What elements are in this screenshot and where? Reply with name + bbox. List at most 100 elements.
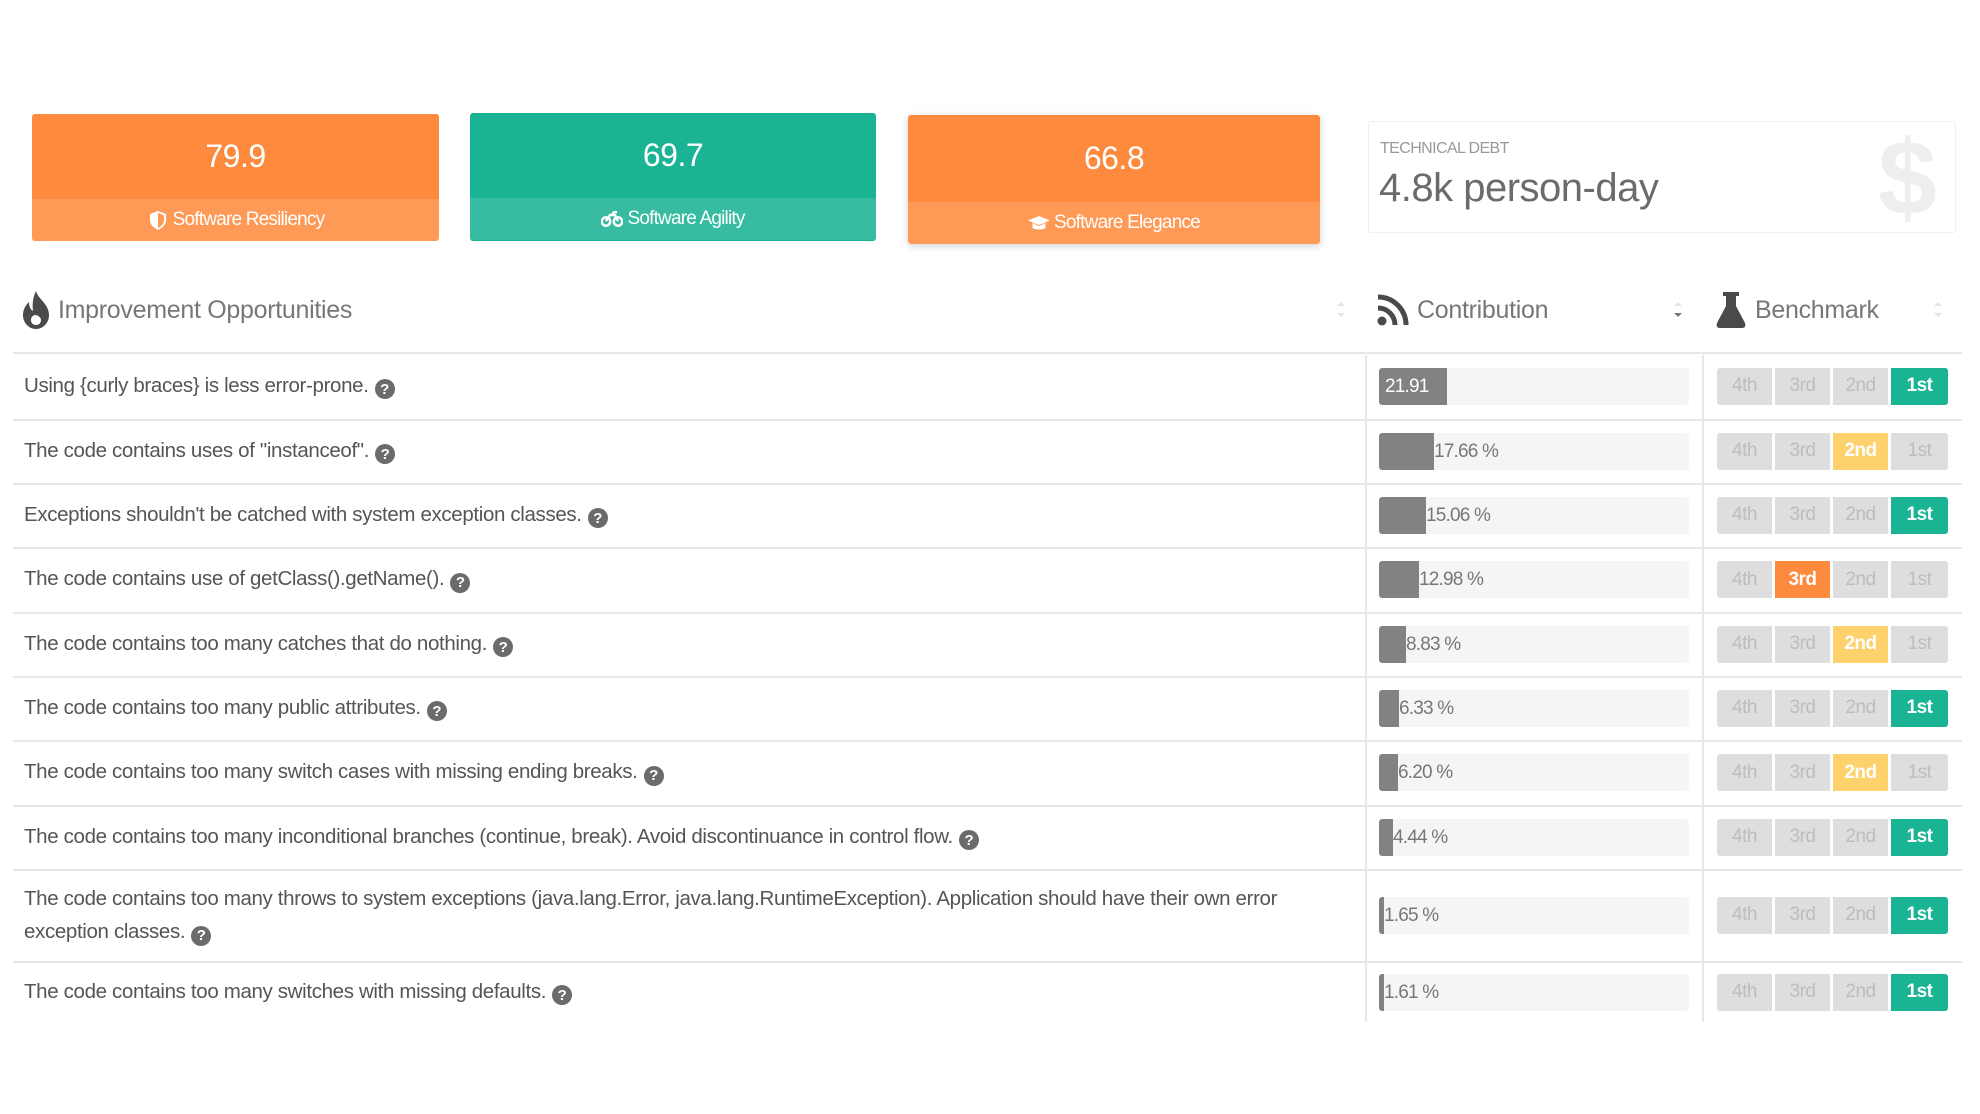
benchmark-3rd: 3rd (1775, 561, 1830, 598)
contribution-bar-fill (1379, 496, 1426, 534)
table-row[interactable]: Exceptions shouldn't be catched with sys… (13, 484, 1962, 548)
benchmark-1st: 1st (1891, 896, 1948, 934)
header-contribution[interactable]: Contribution (1377, 285, 1549, 335)
table-row[interactable]: The code contains too many public attrib… (13, 677, 1962, 741)
benchmark-3rd: 3rd (1775, 818, 1830, 856)
contribution-value: 6.20 % (1398, 762, 1453, 783)
benchmark-2nd: 2nd (1833, 496, 1888, 534)
software-resiliency-score: 79.9 (205, 138, 266, 174)
software-agility-label: Software Agility (627, 208, 745, 229)
question-circle-icon[interactable]: ? (552, 985, 573, 1005)
contribution-bar: 6.20 % (1379, 754, 1689, 791)
question-circle-icon[interactable]: ? (374, 379, 395, 399)
benchmark-1st: 1st (1891, 367, 1948, 405)
header-improvement-opportunities-label: Improvement Opportunities (58, 295, 353, 324)
software-agility-score: 69.7 (642, 137, 704, 173)
contribution-bar-fill (1379, 432, 1434, 470)
opportunity-text: The code contains use of getClass().getN… (24, 562, 1344, 595)
benchmark-3rd: 3rd (1775, 625, 1830, 663)
table-row[interactable]: The code contains use of getClass().getN… (13, 548, 1962, 613)
benchmark-3rd: 3rd (1775, 754, 1830, 791)
motorcycle-icon (601, 209, 624, 229)
question-circle-icon[interactable]: ? (450, 572, 471, 593)
benchmark-4th: 4th (1717, 496, 1772, 534)
contribution-value: 12.98 % (1419, 569, 1484, 590)
software-elegance-score: 66.8 (1083, 140, 1145, 176)
sort-contribution-icon[interactable] (1673, 296, 1683, 324)
contribution-bar-fill (1379, 561, 1419, 598)
table-row[interactable]: Using {curly braces} is less error-prone… (13, 354, 1962, 420)
contribution-bar: 12.98 % (1379, 561, 1689, 598)
question-circle-icon[interactable]: ? (375, 444, 396, 464)
benchmark-2nd: 2nd (1833, 625, 1888, 663)
opportunity-label: The code contains too many throws to sys… (24, 887, 1278, 943)
question-circle-icon[interactable]: ? (426, 701, 447, 721)
contribution-bar: 15.06 % (1379, 496, 1689, 534)
opportunity-label: The code contains too many inconditional… (24, 824, 953, 848)
software-agility-card[interactable]: 69.7 Software Agility (470, 113, 876, 241)
contribution-bar-fill (1379, 625, 1406, 663)
benchmark-1st: 1st (1891, 432, 1948, 470)
opportunity-text: The code contains too many switches with… (24, 975, 1344, 1008)
benchmark-4th: 4th (1717, 973, 1772, 1011)
benchmark-rating: 4th 3rd 2nd 1st (1717, 896, 1948, 934)
contribution-value: 1.65 % (1384, 904, 1439, 926)
table-row[interactable]: The code contains too many catches that … (13, 613, 1962, 677)
table-row[interactable]: The code contains too many inconditional… (13, 806, 1962, 870)
benchmark-rating: 4th 3rd 2nd 1st (1717, 754, 1948, 791)
contribution-bar: 1.65 % (1379, 896, 1689, 934)
question-circle-icon[interactable]: ? (643, 765, 664, 786)
software-resiliency-card[interactable]: 79.9 Software Resiliency (32, 114, 439, 241)
benchmark-1st: 1st (1891, 689, 1948, 727)
sort-benchmark-icon[interactable] (1933, 296, 1943, 324)
benchmark-1st: 1st (1891, 818, 1948, 856)
benchmark-4th: 4th (1717, 689, 1772, 727)
opportunity-label: The code contains too many switch cases … (24, 760, 638, 783)
header-contribution-label: Contribution (1417, 295, 1549, 324)
contribution-bar: 17.66 % (1379, 432, 1689, 470)
contribution-bar-fill (1379, 689, 1399, 727)
benchmark-rating: 4th 3rd 2nd 1st (1717, 561, 1948, 598)
contribution-value: 21.91 (1385, 375, 1429, 397)
benchmark-4th: 4th (1717, 561, 1772, 598)
question-circle-icon[interactable]: ? (493, 637, 514, 657)
header-benchmark-label: Benchmark (1755, 295, 1879, 324)
opportunity-text: The code contains too many public attrib… (24, 691, 1344, 724)
opportunity-label: The code contains too many switches with… (24, 979, 547, 1003)
contribution-bar: 21.91 (1379, 367, 1689, 405)
sort-opportunities-icon[interactable] (1336, 296, 1346, 324)
contribution-bar-fill (1379, 818, 1393, 856)
opportunity-text: Exceptions shouldn't be catched with sys… (24, 498, 1344, 531)
benchmark-rating: 4th 3rd 2nd 1st (1717, 496, 1948, 534)
contribution-value: 4.44 % (1393, 826, 1448, 848)
question-circle-icon[interactable]: ? (958, 830, 979, 850)
table-row[interactable]: The code contains uses of "instanceof".?… (13, 420, 1962, 484)
question-circle-icon[interactable]: ? (191, 925, 212, 946)
dollar-icon: $ (1878, 119, 1937, 237)
benchmark-3rd: 3rd (1775, 496, 1830, 534)
benchmark-rating: 4th 3rd 2nd 1st (1717, 973, 1948, 1011)
table-row[interactable]: The code contains too many throws to sys… (13, 870, 1962, 962)
contribution-bar: 1.61 % (1379, 973, 1689, 1011)
software-elegance-footer: Software Elegance (908, 202, 1320, 244)
benchmark-3rd: 3rd (1775, 432, 1830, 470)
software-elegance-card[interactable]: 66.8 Software Elegance (908, 115, 1320, 244)
software-resiliency-label: Software Resiliency (172, 209, 325, 230)
benchmark-4th: 4th (1717, 625, 1772, 663)
opportunity-text: The code contains too many switch cases … (24, 755, 1344, 788)
opportunity-label: The code contains too many catches that … (24, 631, 488, 655)
header-improvement-opportunities[interactable]: Improvement Opportunities (22, 285, 352, 335)
opportunity-label: The code contains too many public attrib… (24, 695, 421, 719)
table-row[interactable]: The code contains too many switch cases … (13, 741, 1962, 806)
graduation-cap-icon (1028, 213, 1051, 233)
contribution-value: 15.06 % (1426, 504, 1491, 526)
contribution-value: 6.33 % (1399, 697, 1454, 719)
benchmark-rating: 4th 3rd 2nd 1st (1717, 432, 1948, 470)
benchmark-2nd: 2nd (1833, 689, 1888, 727)
benchmark-rating: 4th 3rd 2nd 1st (1717, 689, 1948, 727)
benchmark-1st: 1st (1891, 973, 1948, 1011)
benchmark-1st: 1st (1891, 625, 1948, 663)
question-circle-icon[interactable]: ? (587, 508, 608, 528)
header-benchmark[interactable]: Benchmark (1715, 285, 1879, 335)
table-row[interactable]: The code contains too many switches with… (13, 962, 1962, 1024)
